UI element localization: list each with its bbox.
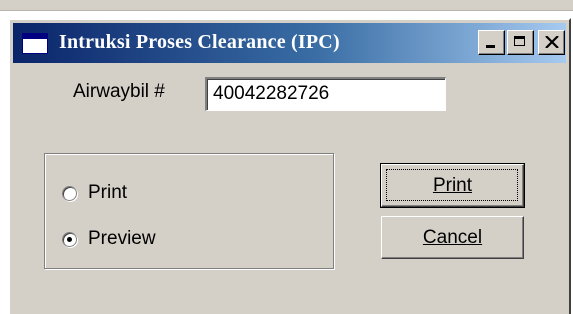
radio-print-button[interactable] [62, 185, 77, 201]
close-button[interactable] [538, 30, 565, 55]
cancel-button-label: Cancel [422, 226, 483, 248]
radio-option-preview[interactable]: Preview [62, 226, 156, 252]
minimize-button[interactable] [478, 30, 505, 55]
radio-option-print[interactable]: Print [62, 180, 127, 206]
airwaybill-label: Airwaybil # [73, 81, 165, 102]
airwaybill-input[interactable]: 40042282726 [205, 77, 446, 111]
window-title: Intruksi Proses Clearance (IPC) [59, 31, 340, 53]
print-button[interactable]: Print [380, 163, 525, 208]
focus-rectangle [386, 169, 518, 201]
window-app-icon[interactable] [22, 33, 48, 54]
radio-preview-label: Preview [88, 228, 156, 249]
maximize-button[interactable] [507, 30, 534, 55]
radio-print-label: Print [88, 182, 128, 203]
title-bar[interactable]: Intruksi Proses Clearance (IPC) [13, 23, 566, 63]
radio-preview-button[interactable] [62, 231, 77, 247]
background-window-edge [0, 0, 573, 11]
cancel-button[interactable]: Cancel [381, 216, 524, 259]
close-icon [545, 36, 559, 48]
